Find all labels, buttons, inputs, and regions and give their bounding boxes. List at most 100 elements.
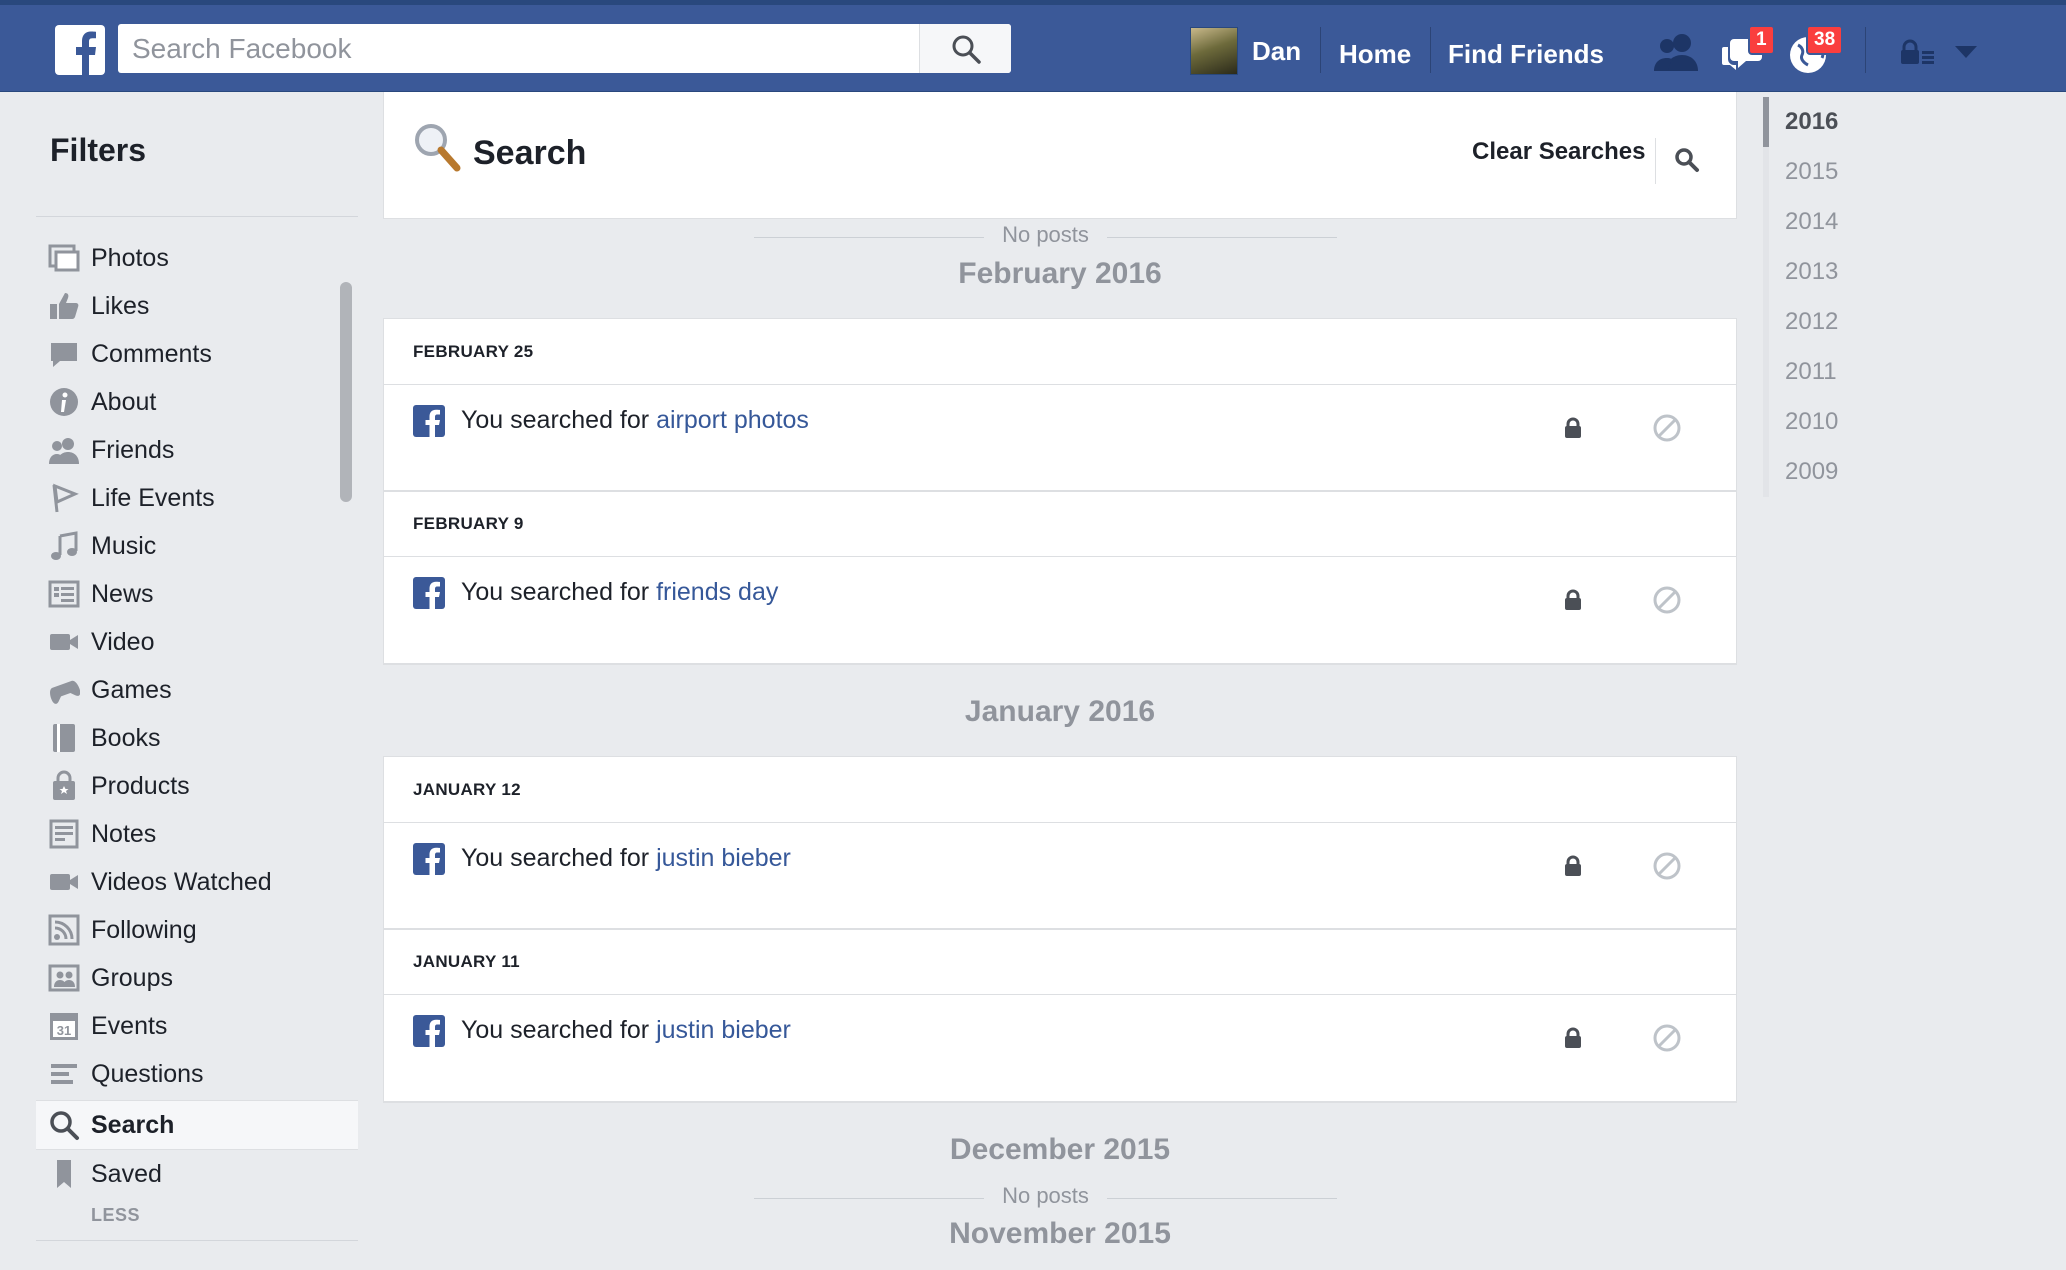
- filter-notes[interactable]: Notes: [36, 810, 358, 858]
- note-icon: [48, 818, 80, 850]
- sidebar-scrollbar[interactable]: [340, 282, 352, 502]
- filter-games[interactable]: Games: [36, 666, 358, 714]
- month-heading: January 2016: [964, 695, 1156, 728]
- messages-button[interactable]: 1: [1720, 25, 1775, 75]
- search-input[interactable]: [118, 24, 918, 73]
- month-heading: December 2015: [949, 1133, 1171, 1166]
- filter-label: Comments: [91, 339, 212, 368]
- year-link[interactable]: 2013: [1769, 247, 1843, 297]
- filter-videos-watched[interactable]: Videos Watched: [36, 858, 358, 906]
- filter-photos[interactable]: Photos: [36, 234, 358, 282]
- hide-icon[interactable]: [1652, 413, 1682, 443]
- account-menu-caret-icon[interactable]: [1955, 46, 1977, 58]
- year-link[interactable]: 2009: [1769, 447, 1843, 497]
- facebook-square-icon: [413, 405, 445, 437]
- search-query-link[interactable]: justin bieber: [656, 844, 791, 872]
- home-link[interactable]: Home: [1339, 39, 1411, 70]
- top-navigation-bar: Dan Home Find Friends 1 38: [0, 0, 2066, 92]
- activity-text: You searched for airport photos: [461, 406, 809, 435]
- search-query-link[interactable]: justin bieber: [656, 1016, 791, 1044]
- day-heading: JANUARY 11: [384, 929, 1736, 995]
- divider: [1107, 1198, 1337, 1199]
- no-posts-label: No posts: [992, 222, 1099, 247]
- month-heading: February 2016: [958, 257, 1162, 290]
- divider: [1107, 237, 1337, 238]
- book-icon: [48, 722, 80, 754]
- video-camera-icon: [48, 626, 80, 658]
- lock-icon[interactable]: [1564, 417, 1582, 439]
- year-link[interactable]: 2016: [1769, 97, 1843, 147]
- activity-prefix: You searched for: [461, 578, 650, 606]
- year-link[interactable]: 2011: [1769, 347, 1843, 397]
- filter-label: Groups: [91, 963, 173, 992]
- facebook-logo-icon[interactable]: [55, 25, 105, 75]
- activity-entry: You searched for airport photos: [384, 385, 1736, 491]
- filters-title: Filters: [50, 132, 147, 168]
- month-heading: November 2015: [949, 1217, 1171, 1250]
- facebook-square-icon: [413, 577, 445, 609]
- year-link[interactable]: 2014: [1769, 197, 1843, 247]
- filter-label: Notes: [91, 819, 157, 848]
- lock-icon[interactable]: [1564, 1027, 1582, 1049]
- no-posts-separator: No posts: [754, 1183, 1337, 1213]
- search-button[interactable]: [919, 24, 1011, 73]
- activity-entry: You searched for justin bieber: [384, 995, 1736, 1101]
- search-query-link[interactable]: airport photos: [656, 406, 809, 434]
- friend-requests-button[interactable]: [1652, 31, 1702, 75]
- hide-icon[interactable]: [1652, 585, 1682, 615]
- filter-groups[interactable]: Groups: [36, 954, 358, 1002]
- year-link[interactable]: 2012: [1769, 297, 1843, 347]
- filter-likes[interactable]: Likes: [36, 282, 358, 330]
- news-icon: [48, 578, 80, 610]
- hide-icon[interactable]: [1652, 1023, 1682, 1053]
- filter-label: About: [91, 387, 157, 416]
- year-link[interactable]: 2010: [1769, 397, 1843, 447]
- search-icon[interactable]: [1674, 147, 1700, 173]
- filter-label: News: [91, 579, 154, 608]
- filter-products[interactable]: Products: [36, 762, 358, 810]
- filter-saved[interactable]: Saved: [36, 1150, 358, 1198]
- divider: [36, 1240, 358, 1241]
- filter-following[interactable]: Following: [36, 906, 358, 954]
- friend-requests-icon: [1654, 34, 1698, 71]
- lock-icon[interactable]: [1564, 855, 1582, 877]
- friends-icon: [48, 434, 80, 466]
- filter-life-events[interactable]: Life Events: [36, 474, 358, 522]
- filter-books[interactable]: Books: [36, 714, 358, 762]
- find-friends-link[interactable]: Find Friends: [1448, 39, 1604, 70]
- filter-label: Music: [91, 531, 157, 560]
- magnifier-icon: [415, 124, 461, 172]
- filter-friends[interactable]: Friends: [36, 426, 358, 474]
- filter-news[interactable]: News: [36, 570, 358, 618]
- hide-icon[interactable]: [1652, 851, 1682, 881]
- filter-music[interactable]: Music: [36, 522, 358, 570]
- activity-text: You searched for justin bieber: [461, 1016, 791, 1045]
- year-link[interactable]: 2015: [1769, 147, 1843, 197]
- privacy-shortcuts-button[interactable]: [1900, 39, 1936, 65]
- notifications-button[interactable]: 38: [1786, 25, 1844, 75]
- lock-icon[interactable]: [1564, 589, 1582, 611]
- year-navigation: 2016 2015 2014 2013 2012 2011 2010 2009: [1763, 97, 1843, 497]
- filter-comments[interactable]: Comments: [36, 330, 358, 378]
- clear-searches-button[interactable]: Clear Searches: [1472, 138, 1645, 166]
- filter-label: Videos Watched: [91, 867, 272, 896]
- filter-label: Likes: [91, 291, 150, 320]
- filter-about[interactable]: About: [36, 378, 358, 426]
- filter-label: Following: [91, 915, 197, 944]
- groups-icon: [48, 962, 80, 994]
- less-link[interactable]: LESS: [91, 1205, 140, 1226]
- filter-search[interactable]: Search: [36, 1100, 358, 1150]
- search-query-link[interactable]: friends day: [656, 578, 778, 606]
- activity-prefix: You searched for: [461, 1016, 650, 1044]
- calendar-icon: 31: [48, 1010, 80, 1042]
- filter-video[interactable]: Video: [36, 618, 358, 666]
- filter-questions[interactable]: Questions: [36, 1050, 358, 1098]
- activity-entry: You searched for justin bieber: [384, 823, 1736, 929]
- activity-text: You searched for justin bieber: [461, 844, 791, 873]
- profile-link[interactable]: Dan: [1190, 27, 1301, 75]
- filter-label: Books: [91, 723, 161, 752]
- filter-events[interactable]: 31 Events: [36, 1002, 358, 1050]
- activity-text: You searched for friends day: [461, 578, 778, 607]
- no-posts-separator: No posts: [754, 222, 1337, 252]
- filter-label: Friends: [91, 435, 175, 464]
